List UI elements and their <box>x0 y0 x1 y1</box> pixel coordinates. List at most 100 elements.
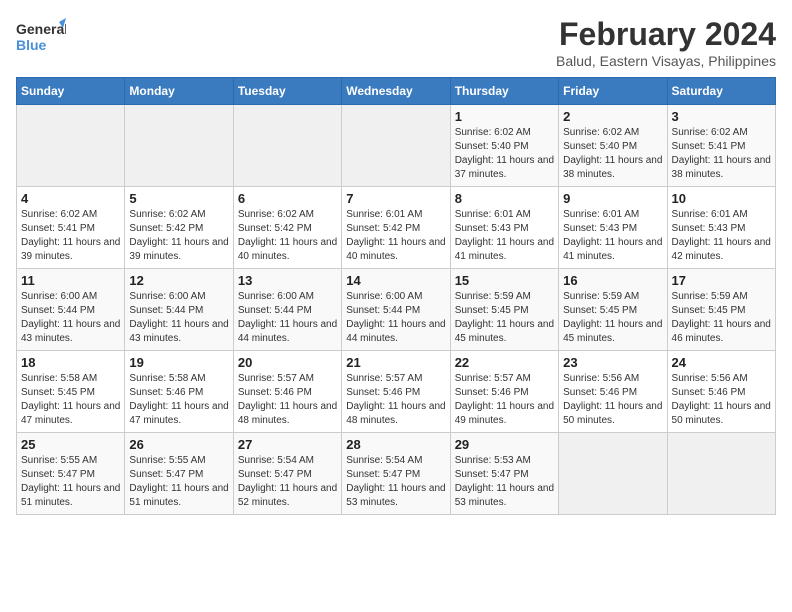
calendar-cell: 29 Sunrise: 5:53 AM Sunset: 5:47 PM Dayli… <box>450 433 558 515</box>
week-row-2: 4 Sunrise: 6:02 AM Sunset: 5:41 PM Daylig… <box>17 187 776 269</box>
day-info: Sunrise: 6:02 AM Sunset: 5:41 PM Dayligh… <box>672 126 771 182</box>
calendar-cell: 4 Sunrise: 6:02 AM Sunset: 5:41 PM Daylig… <box>17 187 125 269</box>
day-number: 14 <box>346 273 445 288</box>
calendar-cell: 13 Sunrise: 6:00 AM Sunset: 5:44 PM Dayli… <box>233 269 341 351</box>
calendar-cell: 5 Sunrise: 6:02 AM Sunset: 5:42 PM Daylig… <box>125 187 233 269</box>
location-title: Balud, Eastern Visayas, Philippines <box>556 53 776 69</box>
day-number: 29 <box>455 437 554 452</box>
day-number: 21 <box>346 355 445 370</box>
calendar-cell: 27 Sunrise: 5:54 AM Sunset: 5:47 PM Dayli… <box>233 433 341 515</box>
logo-svg: General Blue <box>16 16 66 58</box>
calendar-header: SundayMondayTuesdayWednesdayThursdayFrid… <box>17 78 776 105</box>
month-title: February 2024 <box>556 16 776 53</box>
calendar-cell: 18 Sunrise: 5:58 AM Sunset: 5:45 PM Dayli… <box>17 351 125 433</box>
calendar-cell: 1Sunrise: 6:02 AM Sunset: 5:40 PM Daylig… <box>450 105 558 187</box>
calendar-cell <box>342 105 450 187</box>
day-number: 26 <box>129 437 228 452</box>
calendar-cell: 12Sunrise: 6:00 AM Sunset: 5:44 PM Dayli… <box>125 269 233 351</box>
day-number: 15 <box>455 273 554 288</box>
day-number: 3 <box>672 109 771 124</box>
calendar-body: 1 Sunrise: 6:02 AM Sunset: 5:40 PM Daylig… <box>17 105 776 515</box>
day-info: Sunrise: 5:54 AM Sunset: 5:47 PM Dayligh… <box>238 454 337 510</box>
week-row-4: 18 Sunrise: 5:58 AM Sunset: 5:45 PM Dayli… <box>17 351 776 433</box>
header-day-sunday: Sunday <box>17 78 125 105</box>
day-number: 2 <box>563 109 662 124</box>
header-day-friday: Friday <box>559 78 667 105</box>
day-info: Sunrise: 5:59 AM Sunset: 5:45 PM Dayligh… <box>563 290 662 346</box>
day-info: Sunrise: 6:00 AM Sunset: 5:44 PM Dayligh… <box>346 290 445 346</box>
calendar-cell: 14 Sunrise: 6:00 AM Sunset: 5:44 PM Dayli… <box>342 269 450 351</box>
day-info: Sunrise: 6:02 AM Sunset: 5:42 PM Dayligh… <box>129 208 228 264</box>
calendar-cell: 15 Sunrise: 5:59 AM Sunset: 5:45 PM Dayli… <box>450 269 558 351</box>
calendar-cell: 6 Sunrise: 6:02 AM Sunset: 5:42 PM Daylig… <box>233 187 341 269</box>
day-info: Sunrise: 6:01 AM Sunset: 5:42 PM Dayligh… <box>346 208 445 264</box>
calendar-cell: 8Sunrise: 6:01 AM Sunset: 5:43 PM Daylig… <box>450 187 558 269</box>
day-info: Sunrise: 6:01 AM Sunset: 5:43 PM Dayligh… <box>563 208 662 264</box>
calendar-cell <box>559 433 667 515</box>
day-number: 11 <box>21 273 120 288</box>
week-row-3: 11 Sunrise: 6:00 AM Sunset: 5:44 PM Dayli… <box>17 269 776 351</box>
day-info: Sunrise: 5:59 AM Sunset: 5:45 PM Dayligh… <box>455 290 554 346</box>
day-info: Sunrise: 6:01 AM Sunset: 5:43 PM Dayligh… <box>672 208 771 264</box>
logo: General Blue <box>16 16 66 58</box>
header-row: SundayMondayTuesdayWednesdayThursdayFrid… <box>17 78 776 105</box>
day-info: Sunrise: 5:55 AM Sunset: 5:47 PM Dayligh… <box>21 454 120 510</box>
calendar-cell: 26 Sunrise: 5:55 AM Sunset: 5:47 PM Dayli… <box>125 433 233 515</box>
calendar-cell: 24Sunrise: 5:56 AM Sunset: 5:46 PM Dayli… <box>667 351 775 433</box>
day-info: Sunrise: 5:59 AM Sunset: 5:45 PM Dayligh… <box>672 290 771 346</box>
week-row-1: 1 Sunrise: 6:02 AM Sunset: 5:40 PM Daylig… <box>17 105 776 187</box>
day-number: 5 <box>129 191 228 206</box>
calendar-cell: 21 Sunrise: 5:57 AM Sunset: 5:46 PM Dayli… <box>342 351 450 433</box>
day-number: 6 <box>238 191 337 206</box>
day-info: Sunrise: 6:00 AM Sunset: 5:44 PM Dayligh… <box>129 290 228 346</box>
day-number: 7 <box>346 191 445 206</box>
day-info: Sunrise: 6:00 AM Sunset: 5:44 PM Dayligh… <box>21 290 120 346</box>
day-info: Sunrise: 5:55 AM Sunset: 5:47 PM Dayligh… <box>129 454 228 510</box>
day-number: 8 <box>455 191 554 206</box>
calendar-cell: 2 Sunrise: 6:02 AM Sunset: 5:40 PM Daylig… <box>559 105 667 187</box>
day-info: Sunrise: 6:02 AM Sunset: 5:41 PM Dayligh… <box>21 208 120 264</box>
day-number: 25 <box>21 437 120 452</box>
day-info: Sunrise: 6:00 AM Sunset: 5:44 PM Dayligh… <box>238 290 337 346</box>
calendar-cell <box>125 105 233 187</box>
day-number: 10 <box>672 191 771 206</box>
svg-text:General: General <box>16 21 66 37</box>
day-info: Sunrise: 6:02 AM Sunset: 5:40 PM Dayligh… <box>563 126 662 182</box>
day-number: 1 <box>455 109 554 124</box>
day-number: 18 <box>21 355 120 370</box>
calendar-cell: 11 Sunrise: 6:00 AM Sunset: 5:44 PM Dayli… <box>17 269 125 351</box>
day-number: 4 <box>21 191 120 206</box>
day-number: 24 <box>672 355 771 370</box>
day-info: Sunrise: 5:54 AM Sunset: 5:47 PM Dayligh… <box>346 454 445 510</box>
day-info: Sunrise: 5:53 AM Sunset: 5:47 PM Dayligh… <box>455 454 554 510</box>
day-number: 20 <box>238 355 337 370</box>
day-info: Sunrise: 5:57 AM Sunset: 5:46 PM Dayligh… <box>455 372 554 428</box>
day-info: Sunrise: 6:02 AM Sunset: 5:42 PM Dayligh… <box>238 208 337 264</box>
calendar-cell <box>667 433 775 515</box>
title-area: February 2024 Balud, Eastern Visayas, Ph… <box>556 16 776 69</box>
calendar-cell: 16 Sunrise: 5:59 AM Sunset: 5:45 PM Dayli… <box>559 269 667 351</box>
calendar-cell: 22Sunrise: 5:57 AM Sunset: 5:46 PM Dayli… <box>450 351 558 433</box>
day-number: 27 <box>238 437 337 452</box>
calendar-cell: 10 Sunrise: 6:01 AM Sunset: 5:43 PM Dayli… <box>667 187 775 269</box>
header: General Blue February 2024 Balud, Easter… <box>16 16 776 69</box>
header-day-monday: Monday <box>125 78 233 105</box>
calendar-table: SundayMondayTuesdayWednesdayThursdayFrid… <box>16 77 776 515</box>
day-info: Sunrise: 5:56 AM Sunset: 5:46 PM Dayligh… <box>563 372 662 428</box>
svg-text:Blue: Blue <box>16 37 47 53</box>
calendar-cell: 7 Sunrise: 6:01 AM Sunset: 5:42 PM Daylig… <box>342 187 450 269</box>
calendar-cell: 3 Sunrise: 6:02 AM Sunset: 5:41 PM Daylig… <box>667 105 775 187</box>
day-info: Sunrise: 5:58 AM Sunset: 5:45 PM Dayligh… <box>21 372 120 428</box>
week-row-5: 25 Sunrise: 5:55 AM Sunset: 5:47 PM Dayli… <box>17 433 776 515</box>
day-number: 23 <box>563 355 662 370</box>
day-info: Sunrise: 5:57 AM Sunset: 5:46 PM Dayligh… <box>238 372 337 428</box>
header-day-wednesday: Wednesday <box>342 78 450 105</box>
calendar-cell: 17Sunrise: 5:59 AM Sunset: 5:45 PM Dayli… <box>667 269 775 351</box>
day-number: 9 <box>563 191 662 206</box>
header-day-tuesday: Tuesday <box>233 78 341 105</box>
day-info: Sunrise: 5:57 AM Sunset: 5:46 PM Dayligh… <box>346 372 445 428</box>
day-number: 16 <box>563 273 662 288</box>
calendar-cell <box>17 105 125 187</box>
day-number: 28 <box>346 437 445 452</box>
day-number: 13 <box>238 273 337 288</box>
